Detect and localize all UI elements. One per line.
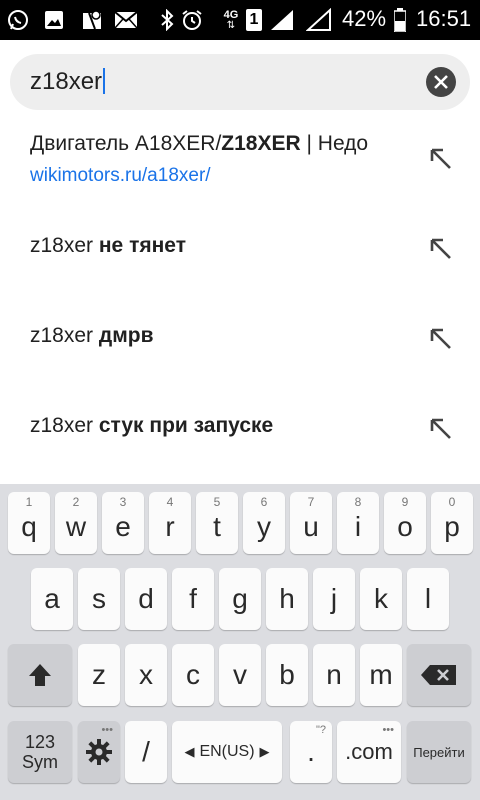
key-y[interactable]: 6y — [243, 492, 285, 554]
settings-key[interactable]: ••• — [78, 721, 120, 783]
battery-icon — [393, 8, 407, 32]
backspace-icon — [421, 665, 456, 685]
signal-icon-secondary — [306, 8, 332, 32]
suggestion-title: z18xer не тянет — [30, 234, 186, 257]
text-cursor — [103, 68, 106, 94]
keyboard: 1q 2w 3e 4r 5t 6y 7u 8i 9o 0p a s d f g … — [0, 484, 480, 800]
gear-icon — [86, 739, 112, 765]
close-icon — [434, 75, 448, 89]
key-x[interactable]: x — [125, 644, 167, 706]
signal-icon — [268, 8, 296, 32]
gallery-icon — [42, 8, 66, 32]
key-i[interactable]: 8i — [337, 492, 379, 554]
network-type-indicator: 4G ⇅ — [223, 8, 239, 31]
key-t[interactable]: 5t — [196, 492, 238, 554]
shift-key[interactable] — [8, 644, 72, 706]
clock: 16:51 — [416, 6, 472, 31]
key-q[interactable]: 1q — [8, 492, 50, 554]
refine-arrow-icon[interactable] — [428, 236, 454, 262]
key-n[interactable]: n — [313, 644, 355, 706]
refine-arrow-icon[interactable] — [428, 146, 454, 172]
maps-icon — [80, 8, 104, 32]
key-f[interactable]: f — [172, 568, 214, 630]
shift-icon — [29, 664, 51, 686]
key-e[interactable]: 3e — [102, 492, 144, 554]
status-bar: 4G ⇅ 1 42% 16:51 — [0, 0, 480, 40]
search-query-value: z18xer — [30, 68, 103, 95]
key-u[interactable]: 7u — [290, 492, 332, 554]
key-j[interactable]: j — [313, 568, 355, 630]
key-v[interactable]: v — [219, 644, 261, 706]
key-s[interactable]: s — [78, 568, 120, 630]
key-r[interactable]: 4r — [149, 492, 191, 554]
suggestion-title: Двигатель A18XER/Z18XER | Недо — [30, 132, 369, 155]
bluetooth-icon — [158, 8, 176, 32]
key-m[interactable]: m — [360, 644, 402, 706]
suggestion-item[interactable]: Двигатель A18XER/Z18XER | Недо wikimotor… — [0, 122, 480, 212]
suggestion-item[interactable]: z18xer дмрв — [0, 302, 480, 392]
suggestion-title: z18xer дмрв — [30, 324, 154, 347]
key-d[interactable]: d — [125, 568, 167, 630]
key-b[interactable]: b — [266, 644, 308, 706]
whatsapp-icon — [6, 8, 30, 32]
language-space-key[interactable]: ◀ EN(US) ▶ — [172, 721, 282, 783]
mail-icon — [114, 8, 138, 32]
sim-indicator: 1 — [245, 8, 263, 32]
key-g[interactable]: g — [219, 568, 261, 630]
key-h[interactable]: h — [266, 568, 308, 630]
alarm-icon — [180, 8, 204, 32]
key-w[interactable]: 2w — [55, 492, 97, 554]
arrow-right-icon: ▶ — [259, 744, 270, 759]
suggestion-item[interactable]: z18xer не тянет — [0, 212, 480, 302]
key-k[interactable]: k — [360, 568, 402, 630]
key-a[interactable]: a — [31, 568, 73, 630]
symbols-key[interactable]: 123 Sym — [8, 721, 72, 783]
period-key[interactable]: "? . — [290, 721, 332, 783]
backspace-key[interactable] — [407, 644, 471, 706]
key-p[interactable]: 0p — [431, 492, 473, 554]
search-query-text: z18xer — [30, 68, 106, 96]
suggestion-url: wikimotors.ru/a18xer/ — [30, 165, 211, 186]
refine-arrow-icon[interactable] — [428, 416, 454, 442]
arrow-left-icon: ◀ — [184, 744, 195, 759]
key-c[interactable]: c — [172, 644, 214, 706]
refine-arrow-icon[interactable] — [428, 326, 454, 352]
suggestion-item[interactable]: z18xer стук при запуске — [0, 392, 480, 482]
key-o[interactable]: 9o — [384, 492, 426, 554]
key-z[interactable]: z — [78, 644, 120, 706]
clear-search-button[interactable] — [426, 67, 456, 97]
suggestion-title: z18xer стук при запуске — [30, 414, 274, 437]
dotcom-key[interactable]: ••• .com — [337, 721, 401, 783]
battery-percent: 42% — [342, 6, 387, 31]
key-l[interactable]: l — [407, 568, 449, 630]
slash-key[interactable]: / — [125, 721, 167, 783]
search-input[interactable]: z18xer — [10, 54, 470, 110]
go-key[interactable]: Перейти — [407, 721, 471, 783]
